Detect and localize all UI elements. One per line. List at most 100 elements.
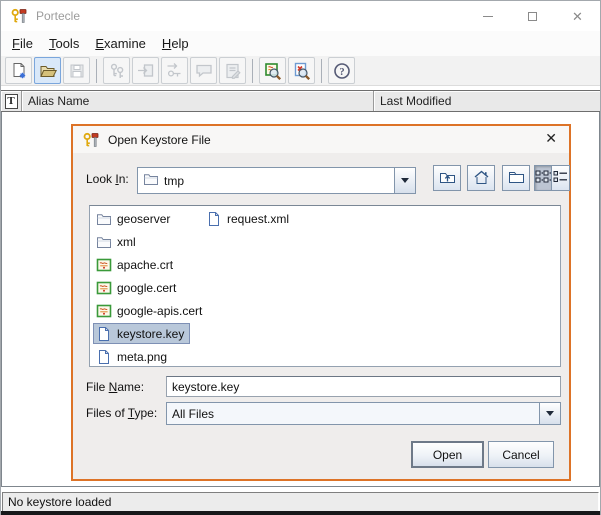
- file-item-apache.crt[interactable]: apache.crt: [93, 254, 179, 275]
- create-new-folder-button[interactable]: [502, 165, 530, 191]
- minimize-icon: [483, 16, 493, 17]
- file-icon: [96, 349, 112, 365]
- file-item-label: apache.crt: [117, 258, 173, 272]
- examine-crl-icon: [293, 62, 311, 80]
- chevron-down-icon: [546, 411, 554, 416]
- file-item-label: meta.png: [117, 350, 167, 364]
- toolbar-separator: [321, 59, 322, 83]
- open-keystore-dialog: Open Keystore File ✕ Look In: tmp: [71, 124, 571, 481]
- files-of-type-dropdown-button[interactable]: [539, 403, 560, 424]
- examine-certificate-button[interactable]: [259, 57, 286, 84]
- file-icon: [96, 326, 112, 342]
- list-view-toggle[interactable]: [552, 165, 570, 191]
- maximize-button[interactable]: [510, 1, 555, 31]
- help-icon: ?: [333, 62, 351, 80]
- files-of-type-label: Files of Type:: [86, 406, 157, 420]
- column-header-type[interactable]: T: [1, 91, 22, 111]
- dialog-titlebar: Open Keystore File ✕: [73, 126, 569, 153]
- up-folder-icon: [439, 169, 456, 188]
- sign-csr-button: [219, 57, 246, 84]
- status-bar: No keystore loaded: [2, 492, 599, 512]
- close-button[interactable]: ✕: [555, 1, 600, 31]
- file-item-meta.png[interactable]: meta.png: [93, 346, 173, 367]
- look-in-label: Look In:: [86, 172, 129, 186]
- portecle-app-icon: [11, 8, 27, 24]
- file-item-label: google-apis.cert: [117, 304, 202, 318]
- file-item-xml[interactable]: xml: [93, 231, 142, 252]
- save-keystore-icon: [68, 62, 86, 80]
- column-header-last-modified[interactable]: Last Modified: [374, 91, 600, 111]
- grid-view-toggle[interactable]: [534, 165, 552, 191]
- file-item-google.cert[interactable]: google.cert: [93, 277, 182, 298]
- file-item-label: geoserver: [117, 212, 170, 226]
- set-password-icon: [195, 62, 213, 80]
- menu-tools[interactable]: Tools: [41, 34, 87, 53]
- dialog-body: Look In: tmp: [73, 153, 569, 479]
- open-keystore-button[interactable]: [34, 57, 61, 84]
- file-item-label: xml: [117, 235, 136, 249]
- import-keypair-button: [161, 57, 188, 84]
- file-item-request.xml[interactable]: request.xml: [203, 208, 295, 229]
- menu-bar: FileToolsExamineHelp: [1, 31, 600, 56]
- keystore-table-header: T Alias Name Last Modified: [1, 90, 600, 112]
- file-item-google-apis.cert[interactable]: google-apis.cert: [93, 300, 208, 321]
- grid-view-icon: [535, 170, 551, 187]
- open-keystore-icon: [39, 62, 57, 80]
- file-item-keystore.key[interactable]: keystore.key: [93, 323, 190, 344]
- file-list: geoserver xml apache.crt google.cert google-…: [89, 205, 561, 367]
- menu-help[interactable]: Help: [154, 34, 197, 53]
- file-name-input[interactable]: keystore.key: [166, 376, 561, 397]
- view-toggle-group: [534, 165, 570, 191]
- look-in-dropdown-button[interactable]: [394, 168, 415, 193]
- file-item-label: google.cert: [117, 281, 176, 295]
- maximize-icon: [528, 12, 537, 21]
- type-column-icon: T: [5, 94, 18, 109]
- up-one-level-button[interactable]: [433, 165, 461, 191]
- menu-file[interactable]: File: [4, 34, 41, 53]
- new-keystore-button[interactable]: [5, 57, 32, 84]
- status-text: No keystore loaded: [8, 495, 111, 509]
- dialog-app-icon: [83, 132, 99, 148]
- file-name-value: keystore.key: [172, 380, 239, 394]
- new-folder-icon: [508, 169, 525, 188]
- examine-crl-button[interactable]: [288, 57, 315, 84]
- file-item-geoserver[interactable]: geoserver: [93, 208, 176, 229]
- help-button[interactable]: ?: [328, 57, 355, 84]
- set-password-button: [190, 57, 217, 84]
- generate-keypair-button: [103, 57, 130, 84]
- window-titlebar: Portecle ✕: [1, 1, 600, 31]
- window-bottom-edge: [1, 511, 600, 515]
- file-item-label: request.xml: [227, 212, 289, 226]
- toolbar-separator: [252, 59, 253, 83]
- window-title: Portecle: [36, 9, 80, 23]
- file-item-label: keystore.key: [117, 327, 184, 341]
- examine-certificate-icon: [264, 62, 282, 80]
- window-controls: ✕: [465, 1, 600, 31]
- files-of-type-combobox[interactable]: All Files: [166, 402, 561, 425]
- certificate-icon: [96, 280, 112, 296]
- save-keystore-button: [63, 57, 90, 84]
- files-of-type-value-text: All Files: [172, 407, 214, 421]
- folder-icon: [96, 211, 112, 227]
- cancel-button[interactable]: Cancel: [488, 441, 554, 468]
- chevron-down-icon: [401, 178, 409, 183]
- import-trusted-cert-icon: [137, 62, 155, 80]
- look-in-value: tmp: [138, 168, 394, 193]
- open-button[interactable]: Open: [411, 441, 484, 468]
- certificate-icon: [96, 303, 112, 319]
- look-in-combobox[interactable]: tmp: [137, 167, 416, 194]
- look-in-value-text: tmp: [164, 174, 184, 188]
- sign-csr-icon: [224, 62, 242, 80]
- close-icon: ✕: [572, 10, 583, 23]
- file-icon: [206, 211, 222, 227]
- toolbar-separator: [96, 59, 97, 83]
- column-header-alias-name[interactable]: Alias Name: [22, 91, 374, 111]
- dialog-close-icon[interactable]: ✕: [545, 131, 557, 145]
- file-name-label: File Name:: [86, 380, 144, 394]
- import-keypair-icon: [166, 62, 184, 80]
- menu-examine[interactable]: Examine: [87, 34, 154, 53]
- minimize-button[interactable]: [465, 1, 510, 31]
- certificate-icon: [96, 257, 112, 273]
- home-button[interactable]: [467, 165, 495, 191]
- folder-icon: [96, 234, 112, 250]
